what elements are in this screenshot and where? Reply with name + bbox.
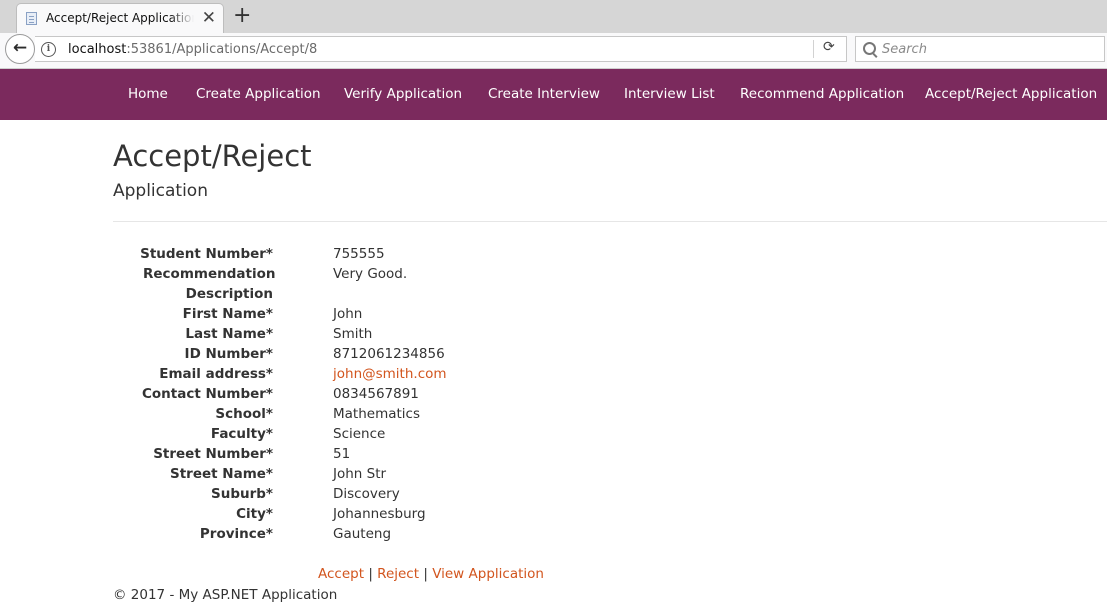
application-details: Student Number* 755555 Recommendation De… [113,244,713,544]
search-box[interactable]: Search [855,36,1105,62]
detail-row: ID Number* 8712061234856 [113,344,713,364]
detail-label: Last Name* [185,326,273,342]
detail-value: Johannesburg [333,506,426,522]
detail-row: Street Name* John Str [113,464,713,484]
detail-value: Smith [333,326,373,342]
detail-row: Street Number* 51 [113,444,713,464]
detail-label: Street Name* [170,466,273,482]
detail-value: 755555 [333,246,385,262]
page-title: Accept/Reject [113,139,312,173]
detail-value: john@smith.com [333,364,447,384]
detail-row: Email address* john@smith.com [113,364,713,384]
detail-row: Student Number* 755555 [113,244,713,264]
detail-value: Very Good. [333,266,408,282]
detail-value: Mathematics [333,406,420,422]
detail-value: 51 [333,446,351,462]
new-tab-icon[interactable]: + [233,4,251,28]
reject-link[interactable]: Reject [377,566,419,582]
nav-create-interview[interactable]: Create Interview [488,86,600,102]
nav-interview-list[interactable]: Interview List [624,86,715,102]
detail-row: First Name* John [113,304,713,324]
detail-label: Province* [199,526,273,542]
detail-label: City* [236,506,273,522]
reload-icon[interactable]: ⟳ [823,39,835,55]
close-tab-icon[interactable]: ✕ [202,8,216,28]
detail-row: Province* Gauteng [113,524,713,544]
detail-value: Discovery [333,486,400,502]
detail-row: Recommendation Description Very Good. [113,264,713,304]
detail-label: Street Number* [153,446,273,462]
detail-row: Faculty* Science [113,424,713,444]
search-placeholder: Search [882,42,927,57]
page-subtitle: Application [113,181,208,201]
back-arrow-icon[interactable]: ← [5,34,35,64]
browser-tab[interactable]: Accept/Reject Application - My ASP.NET A… [16,3,224,33]
nav-verify-application[interactable]: Verify Application [344,86,462,102]
detail-row: School* Mathematics [113,404,713,424]
detail-label: Student Number* [140,246,273,262]
detail-value: 0834567891 [333,386,419,402]
detail-value: John Str [333,466,387,482]
detail-label: First Name* [182,306,273,322]
link-separator: | [423,566,428,582]
detail-label: Email address* [159,366,273,382]
address-bar[interactable]: i localhost:53861/Applications/Accept/8 … [35,36,847,62]
action-links: Accept | Reject | View Application [318,564,544,584]
page-favicon-icon [26,12,37,25]
browser-toolbar: ← i localhost:53861/Applications/Accept/… [0,33,1107,69]
detail-row: Last Name* Smith [113,324,713,344]
detail-label: School* [215,406,273,422]
detail-label: Suburb* [211,486,273,502]
detail-row: Contact Number* 0834567891 [113,384,713,404]
footer-copyright: © 2017 - My ASP.NET Application [113,587,338,603]
email-link[interactable]: john@smith.com [333,366,447,382]
url-path: :53861/Applications/Accept/8 [126,42,318,57]
browser-tab-strip: Accept/Reject Application - My ASP.NET A… [0,0,1107,33]
detail-label: Recommendation Description [143,266,276,302]
accept-link[interactable]: Accept [318,566,364,582]
detail-row: City* Johannesburg [113,504,713,524]
search-icon [863,42,876,55]
detail-label: ID Number* [184,346,273,362]
nav-recommend-application[interactable]: Recommend Application [740,86,904,102]
address-bar-divider [813,40,814,58]
view-application-link[interactable]: View Application [432,566,544,582]
url-text[interactable]: localhost:53861/Applications/Accept/8 [68,42,317,57]
link-separator: | [368,566,373,582]
url-host: localhost [68,42,127,57]
nav-accept-reject-application[interactable]: Accept/Reject Application [925,86,1097,102]
divider [113,221,1107,222]
detail-row: Suburb* Discovery [113,484,713,504]
detail-value: Gauteng [333,526,392,542]
nav-create-application[interactable]: Create Application [196,86,321,102]
detail-value: John [333,306,363,322]
nav-home[interactable]: Home [128,86,168,102]
detail-value: 8712061234856 [333,346,445,362]
detail-value: Science [333,426,386,442]
site-info-icon[interactable]: i [41,42,56,57]
detail-label: Contact Number* [141,386,273,402]
tab-title: Accept/Reject Application - My ASP.NET A… [46,11,194,25]
detail-label: Faculty* [210,426,273,442]
site-navbar: Home Create Application Verify Applicati… [0,69,1107,120]
